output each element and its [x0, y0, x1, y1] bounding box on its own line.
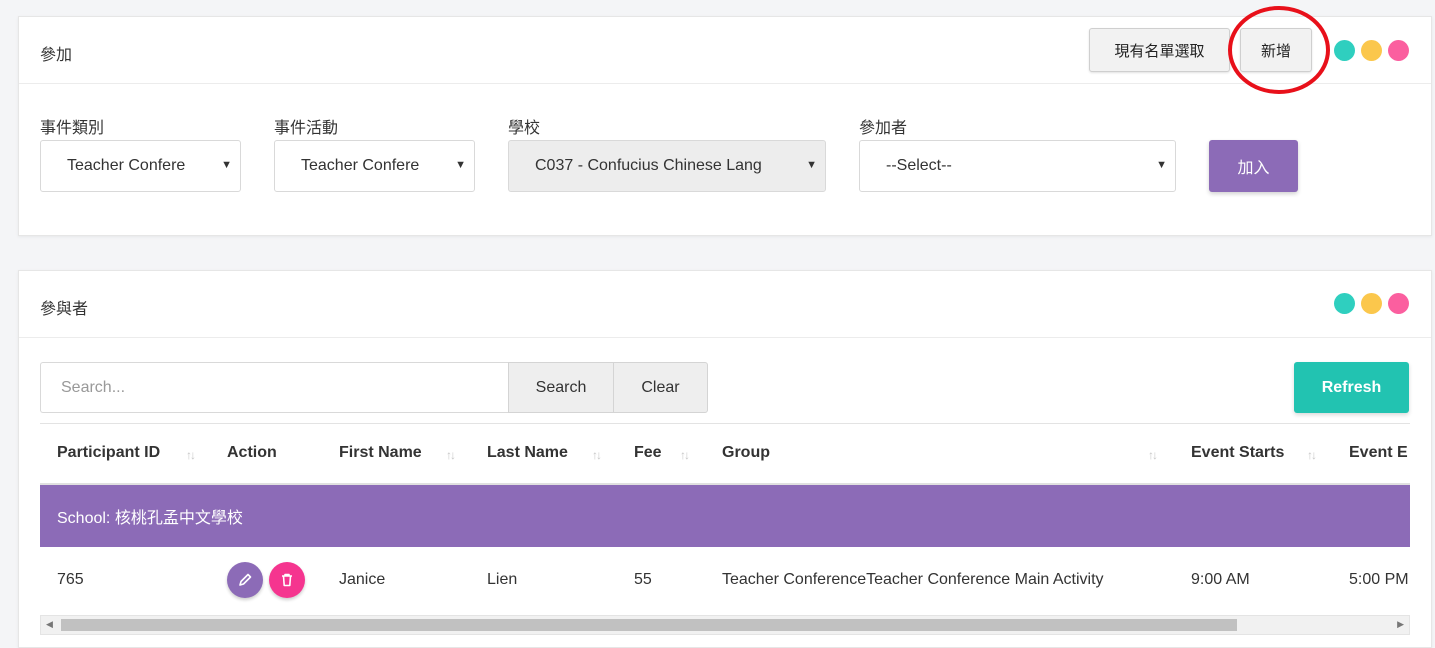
- teal-dot-button[interactable]: [1334, 40, 1355, 61]
- school-value: C037 - Confucius Chinese Lang: [535, 157, 762, 174]
- col-first-name[interactable]: First Name: [339, 444, 422, 462]
- col-fee[interactable]: Fee: [634, 444, 662, 462]
- cell-participant-id: 765: [57, 571, 84, 588]
- panel-controls: [1334, 293, 1409, 314]
- participants-table: Participant ID ↑↓ Action First Name ↑↓ L…: [40, 423, 1410, 647]
- yellow-dot-button[interactable]: [1361, 293, 1382, 314]
- event-category-value: Teacher Confere: [67, 157, 186, 174]
- sort-icon[interactable]: ↑↓: [446, 448, 456, 462]
- col-event-starts[interactable]: Event Starts: [1191, 444, 1284, 462]
- col-last-name[interactable]: Last Name: [487, 444, 568, 462]
- cell-fee: 55: [634, 571, 652, 588]
- cell-group: Teacher ConferenceTeacher Conference Mai…: [722, 571, 1104, 588]
- event-activity-value: Teacher Confere: [301, 157, 420, 174]
- sort-icon[interactable]: ↑↓: [186, 448, 196, 462]
- cell-last-name: Lien: [487, 571, 518, 588]
- caret-down-icon: ▼: [221, 159, 232, 171]
- edit-button[interactable]: [227, 562, 263, 598]
- scroll-left-icon[interactable]: ◀: [46, 619, 53, 630]
- sort-icon[interactable]: ↑↓: [680, 448, 690, 462]
- scrollbar-thumb[interactable]: [61, 619, 1237, 631]
- table-row: 765 Janice Lien 55 Teacher ConferenceTea…: [40, 547, 1410, 613]
- refresh-button[interactable]: Refresh: [1294, 362, 1409, 413]
- add-new-button[interactable]: 新增: [1240, 28, 1312, 72]
- scroll-right-icon[interactable]: ▶: [1397, 619, 1404, 630]
- participant-value: --Select--: [886, 157, 952, 174]
- school-label: 學校: [508, 120, 541, 137]
- delete-button[interactable]: [269, 562, 305, 598]
- sort-icon[interactable]: ↑↓: [1307, 448, 1317, 462]
- trash-icon: [282, 573, 292, 587]
- participant-select[interactable]: --Select-- ▼: [859, 140, 1176, 192]
- join-button[interactable]: 加入: [1209, 140, 1298, 192]
- panel-controls: [1334, 40, 1409, 61]
- col-group[interactable]: Group: [722, 444, 770, 462]
- participants-panel-header: 參與者: [19, 271, 1431, 338]
- cell-first-name: Janice: [339, 571, 386, 588]
- sort-icon[interactable]: ↑↓: [1148, 448, 1158, 462]
- event-category-label: 事件類別: [40, 120, 105, 137]
- event-activity-label: 事件活動: [274, 120, 339, 137]
- horizontal-scrollbar[interactable]: ◀ ▶: [40, 615, 1410, 635]
- pencil-icon: [239, 573, 252, 586]
- caret-down-icon: ▼: [455, 159, 466, 171]
- col-action: Action: [227, 444, 277, 461]
- pink-dot-button[interactable]: [1388, 40, 1409, 61]
- cell-event-starts: 9:00 AM: [1191, 571, 1250, 588]
- add-panel-title: 參加: [40, 47, 73, 64]
- add-panel-header: 參加 現有名單選取 新增: [19, 6, 1431, 94]
- participants-panel-title: 參與者: [40, 301, 89, 318]
- yellow-dot-button[interactable]: [1361, 40, 1382, 61]
- pink-dot-button[interactable]: [1388, 293, 1409, 314]
- school-select[interactable]: C037 - Confucius Chinese Lang ▼: [508, 140, 826, 192]
- teal-dot-button[interactable]: [1334, 293, 1355, 314]
- group-row-school: School: 核桃孔孟中文學校: [40, 485, 1410, 547]
- search-button[interactable]: Search: [508, 362, 614, 413]
- event-activity-select[interactable]: Teacher Confere ▼: [274, 140, 475, 192]
- sort-icon[interactable]: ↑↓: [592, 448, 602, 462]
- col-event-ends[interactable]: Event E: [1349, 444, 1408, 462]
- search-input[interactable]: Search...: [40, 362, 509, 413]
- caret-down-icon: ▼: [1156, 159, 1167, 171]
- participants-panel: 參與者 Search... Search Clear Refresh Parti…: [18, 270, 1432, 648]
- event-category-select[interactable]: Teacher Confere ▼: [40, 140, 241, 192]
- add-participant-panel: 參加 現有名單選取 新增 事件類別 Teacher Confere ▼ 事件活動…: [18, 6, 1432, 236]
- clear-button[interactable]: Clear: [613, 362, 708, 413]
- table-header-row: Participant ID ↑↓ Action First Name ↑↓ L…: [40, 423, 1410, 485]
- col-participant-id[interactable]: Participant ID: [57, 444, 160, 462]
- participant-label: 參加者: [859, 120, 908, 137]
- caret-down-icon: ▼: [806, 159, 817, 171]
- cell-event-ends: 5:00 PM: [1349, 571, 1409, 588]
- existing-list-button[interactable]: 現有名單選取: [1089, 28, 1230, 72]
